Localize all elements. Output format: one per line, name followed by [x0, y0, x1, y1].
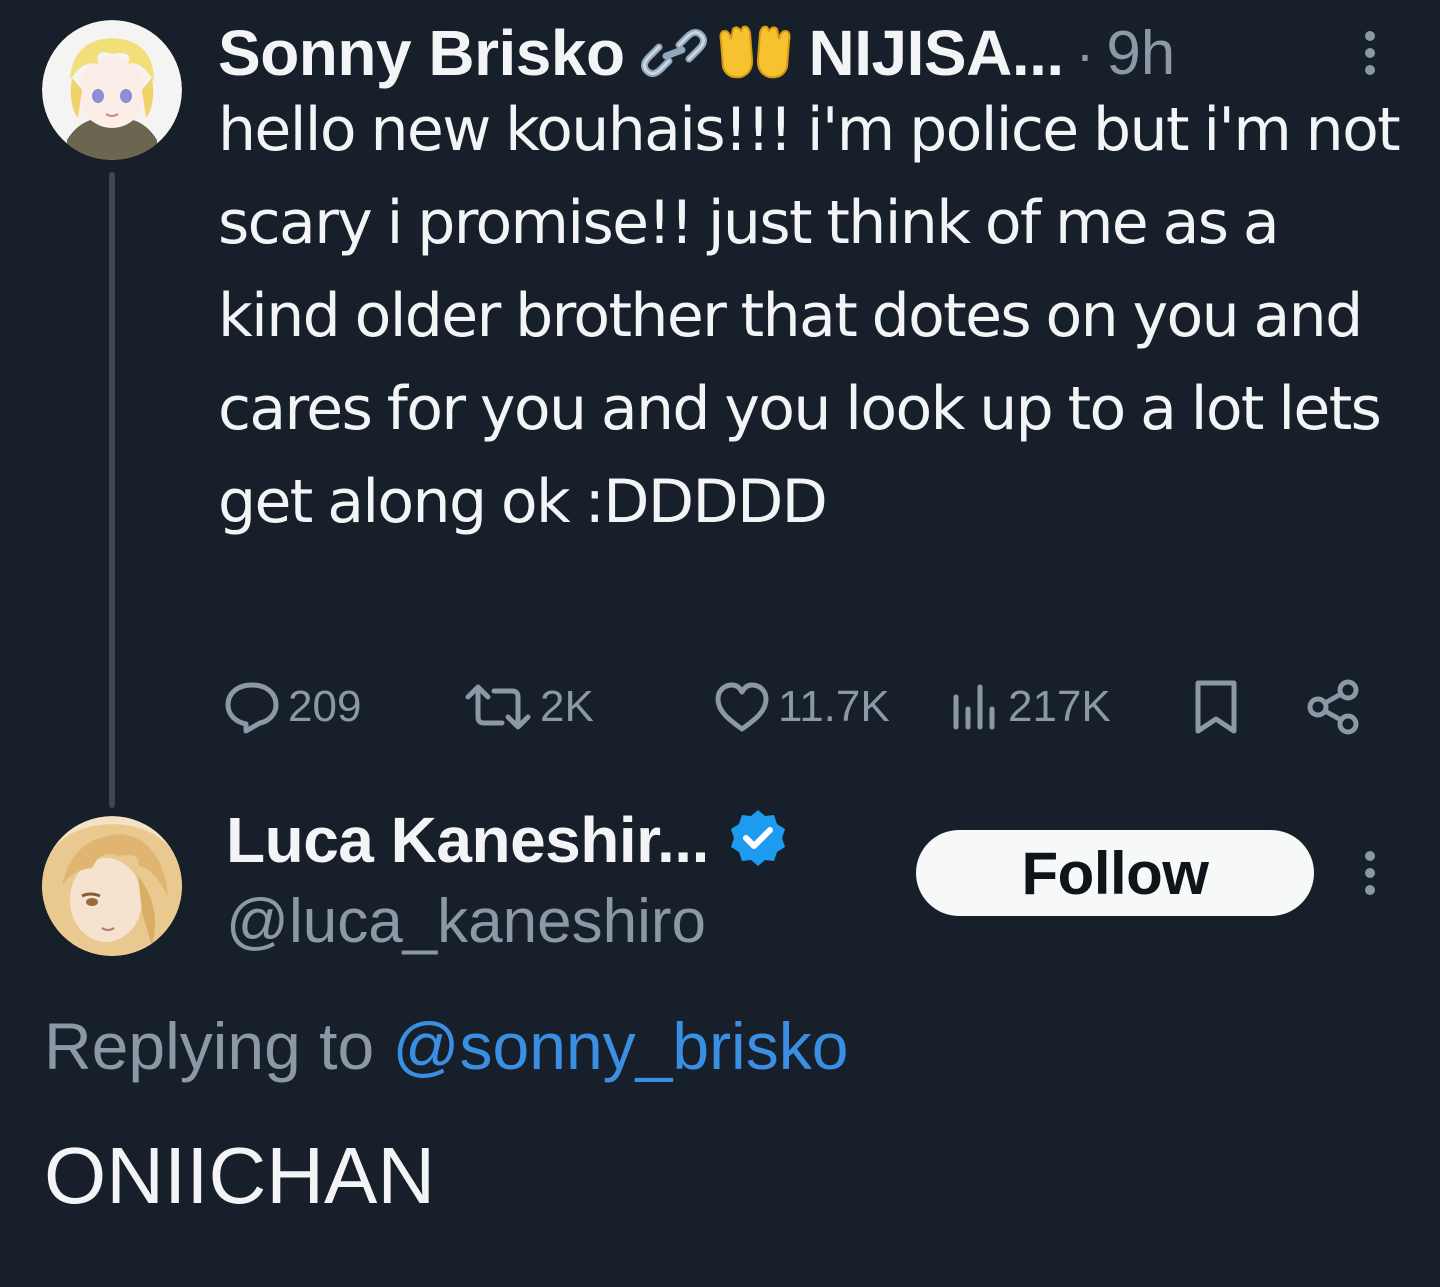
- bookmark-icon: [1190, 677, 1242, 737]
- replying-to-handle-link[interactable]: @sonny_brisko: [393, 1009, 849, 1083]
- heart-icon: [712, 679, 772, 735]
- tweet-time[interactable]: 9h: [1106, 18, 1175, 89]
- bookmark-button[interactable]: [1190, 672, 1242, 742]
- retweet-icon: [462, 679, 534, 735]
- reply-header: Luca Kaneshir...: [226, 798, 789, 882]
- author-name[interactable]: Sonny Brisko: [218, 16, 625, 90]
- share-icon: [1304, 677, 1364, 737]
- more-options-icon[interactable]: [1360, 24, 1380, 84]
- more-options-icon[interactable]: [1360, 844, 1380, 904]
- views-button[interactable]: 217K: [946, 672, 1111, 742]
- follow-button[interactable]: Follow: [916, 830, 1314, 916]
- share-button[interactable]: [1304, 672, 1364, 742]
- verified-badge-icon: [727, 807, 789, 873]
- tweet-actions: 209 2K 11.7K 217K: [222, 672, 1372, 742]
- palms-up-emoji-icon: [715, 23, 795, 83]
- author-display-suffix: NIJISA...: [808, 17, 1065, 89]
- views-count: 217K: [1008, 682, 1111, 731]
- avatar-sonny-brisko[interactable]: [42, 20, 182, 160]
- reply-count: 209: [288, 682, 362, 731]
- retweet-count: 2K: [540, 682, 594, 731]
- like-button[interactable]: 11.7K: [712, 672, 890, 742]
- tweet-text: hello new kouhais!!! i'm police but i'm …: [218, 95, 1401, 537]
- avatar-luca-kaneshiro[interactable]: [42, 816, 182, 956]
- replying-prefix: Replying to: [44, 1009, 375, 1083]
- tweet-header: Sonny Brisko NIJISA... · 9h: [218, 16, 1175, 90]
- retweet-button[interactable]: 2K: [462, 672, 594, 742]
- link-emoji-icon: [639, 23, 709, 83]
- reply-button[interactable]: 209: [222, 672, 361, 742]
- reply-handle[interactable]: @luca_kaneshiro: [226, 886, 706, 957]
- thread-line: [109, 172, 115, 808]
- reply-author-name[interactable]: Luca Kaneshir...: [226, 803, 709, 877]
- time-separator: ·: [1075, 21, 1095, 85]
- views-icon: [946, 679, 1002, 735]
- replying-to-line: Replying to @sonny_brisko: [44, 1008, 848, 1084]
- like-count: 11.7K: [778, 682, 890, 731]
- reply-text: ONIICHAN: [44, 1131, 436, 1220]
- reply-icon: [222, 679, 282, 735]
